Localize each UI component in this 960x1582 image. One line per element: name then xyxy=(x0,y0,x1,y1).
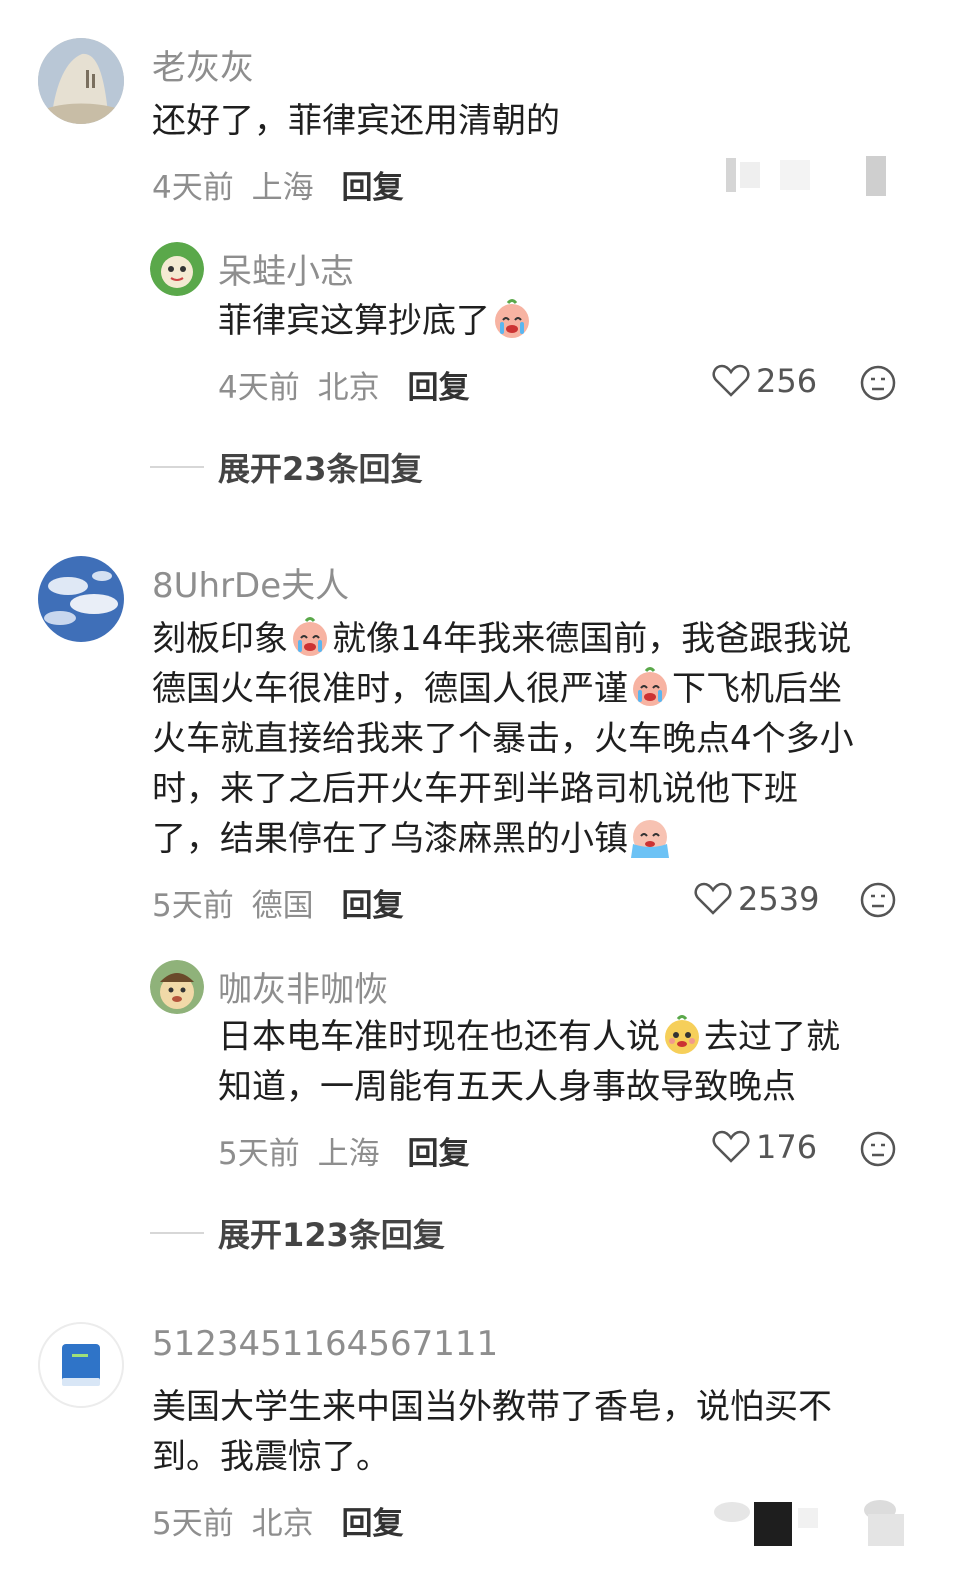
expand-replies-button[interactable]: 展开23条回复 xyxy=(150,444,423,490)
reply-text: 菲律宾这算抄底了 xyxy=(218,296,534,346)
comment-meta: 5天前 德国 回复 xyxy=(152,880,403,925)
cartoon-avatar-icon xyxy=(150,960,204,1014)
username[interactable]: 呆蛙小志 xyxy=(218,244,354,293)
like-button[interactable]: 176 xyxy=(712,1128,817,1166)
timestamp: 4天前 xyxy=(218,370,300,406)
smiling-face-emoji-icon xyxy=(665,1015,699,1054)
reply-button[interactable]: 回复 xyxy=(407,370,469,406)
comment-meta: 5天前 北京 回复 xyxy=(152,1498,403,1543)
crying-face-emoji-icon xyxy=(293,617,327,656)
reply-text-line: 日本电车准时现在也还有人说 去过了就 xyxy=(218,1012,840,1062)
rock-avatar-icon xyxy=(38,38,124,124)
timestamp: 4天前 xyxy=(152,170,234,206)
reply-button[interactable]: 回复 xyxy=(341,1506,403,1542)
avatar[interactable] xyxy=(38,38,124,124)
timestamp: 5天前 xyxy=(152,888,234,924)
divider xyxy=(150,1232,204,1234)
expand-replies-button[interactable]: 展开123条回复 xyxy=(150,1210,445,1256)
obscured-like-area xyxy=(700,152,900,198)
text-segment: 德国火车很准时，德国人很严谨 xyxy=(152,669,628,709)
crying-face-emoji-icon xyxy=(633,667,667,706)
like-count: 176 xyxy=(756,1128,818,1166)
reply-meta: 5天前 上海 回复 xyxy=(218,1128,469,1173)
location: 上海 xyxy=(251,170,314,206)
reply-button[interactable]: 回复 xyxy=(341,888,403,924)
location: 上海 xyxy=(317,1136,380,1172)
comment-text-line: 时，来了之后开火车开到半路司机说他下班 xyxy=(152,769,798,809)
expand-label: 展开123条回复 xyxy=(218,1216,445,1254)
comment-meta: 4天前 上海 回复 xyxy=(152,162,403,207)
reply-button[interactable]: 回复 xyxy=(407,1136,469,1172)
heart-icon xyxy=(712,1130,750,1163)
text-segment: 了，结果停在了乌漆麻黑的小镇 xyxy=(152,819,628,859)
comment-text-line: 德国火车很准时，德国人很严谨 下飞机后坐 xyxy=(152,664,842,714)
timestamp: 5天前 xyxy=(152,1506,234,1542)
username[interactable]: 8UhrDe夫人 xyxy=(152,558,349,607)
divider xyxy=(150,466,204,468)
sobbing-face-emoji-icon xyxy=(631,820,669,858)
text-segment: 去过了就 xyxy=(704,1017,840,1057)
comment-text: 还好了，菲律宾还用清朝的 xyxy=(152,101,560,141)
comment-text-line: 到。我震惊了。 xyxy=(152,1437,390,1477)
text-segment: 下飞机后坐 xyxy=(672,669,842,709)
book-avatar-icon xyxy=(38,1322,124,1408)
text-segment: 刻板印象 xyxy=(152,619,288,659)
avatar[interactable] xyxy=(150,242,204,296)
avatar[interactable] xyxy=(150,960,204,1014)
reply-text-line: 知道，一周能有五天人身事故导致晚点 xyxy=(218,1067,796,1107)
neutral-face-icon[interactable] xyxy=(860,882,896,922)
like-count: 256 xyxy=(756,362,818,400)
comment-text-line: 美国大学生来中国当外教带了香皂，说怕买不 xyxy=(152,1387,832,1427)
username[interactable]: 老灰灰 xyxy=(152,40,254,89)
text-segment: 就像14年我来德国前，我爸跟我说 xyxy=(332,619,852,659)
frog-avatar-icon xyxy=(150,242,204,296)
neutral-face-icon[interactable] xyxy=(860,1131,896,1171)
heart-icon xyxy=(712,364,750,397)
like-button[interactable]: 256 xyxy=(712,362,817,400)
username[interactable]: 5123451164567111 xyxy=(152,1324,498,1364)
avatar[interactable] xyxy=(38,1322,124,1408)
like-count: 2539 xyxy=(738,880,820,918)
username[interactable]: 咖灰非咖恢 xyxy=(218,962,388,1011)
avatar[interactable] xyxy=(38,556,124,642)
location: 北京 xyxy=(317,370,380,406)
comment-text-line: 了，结果停在了乌漆麻黑的小镇 xyxy=(152,814,672,864)
obscured-like-area xyxy=(700,1494,930,1548)
sky-avatar-icon xyxy=(38,556,124,642)
comment-text-line: 刻板印象 就像14年我来德国前，我爸跟我说 xyxy=(152,614,851,664)
crying-face-emoji-icon xyxy=(495,299,529,338)
comment-text-line: 火车就直接给我来了个暴击，火车晚点4个多小 xyxy=(152,719,854,759)
like-button[interactable]: 2539 xyxy=(694,880,819,918)
location: 北京 xyxy=(251,1506,314,1542)
expand-label: 展开23条回复 xyxy=(218,450,423,488)
timestamp: 5天前 xyxy=(218,1136,300,1172)
reply-button[interactable]: 回复 xyxy=(341,170,403,206)
reply-text-body: 菲律宾这算抄底了 xyxy=(218,301,490,341)
location: 德国 xyxy=(251,888,314,924)
reply-meta: 4天前 北京 回复 xyxy=(218,362,469,407)
heart-icon xyxy=(694,882,732,915)
text-segment: 日本电车准时现在也还有人说 xyxy=(218,1017,660,1057)
neutral-face-icon[interactable] xyxy=(860,365,896,405)
